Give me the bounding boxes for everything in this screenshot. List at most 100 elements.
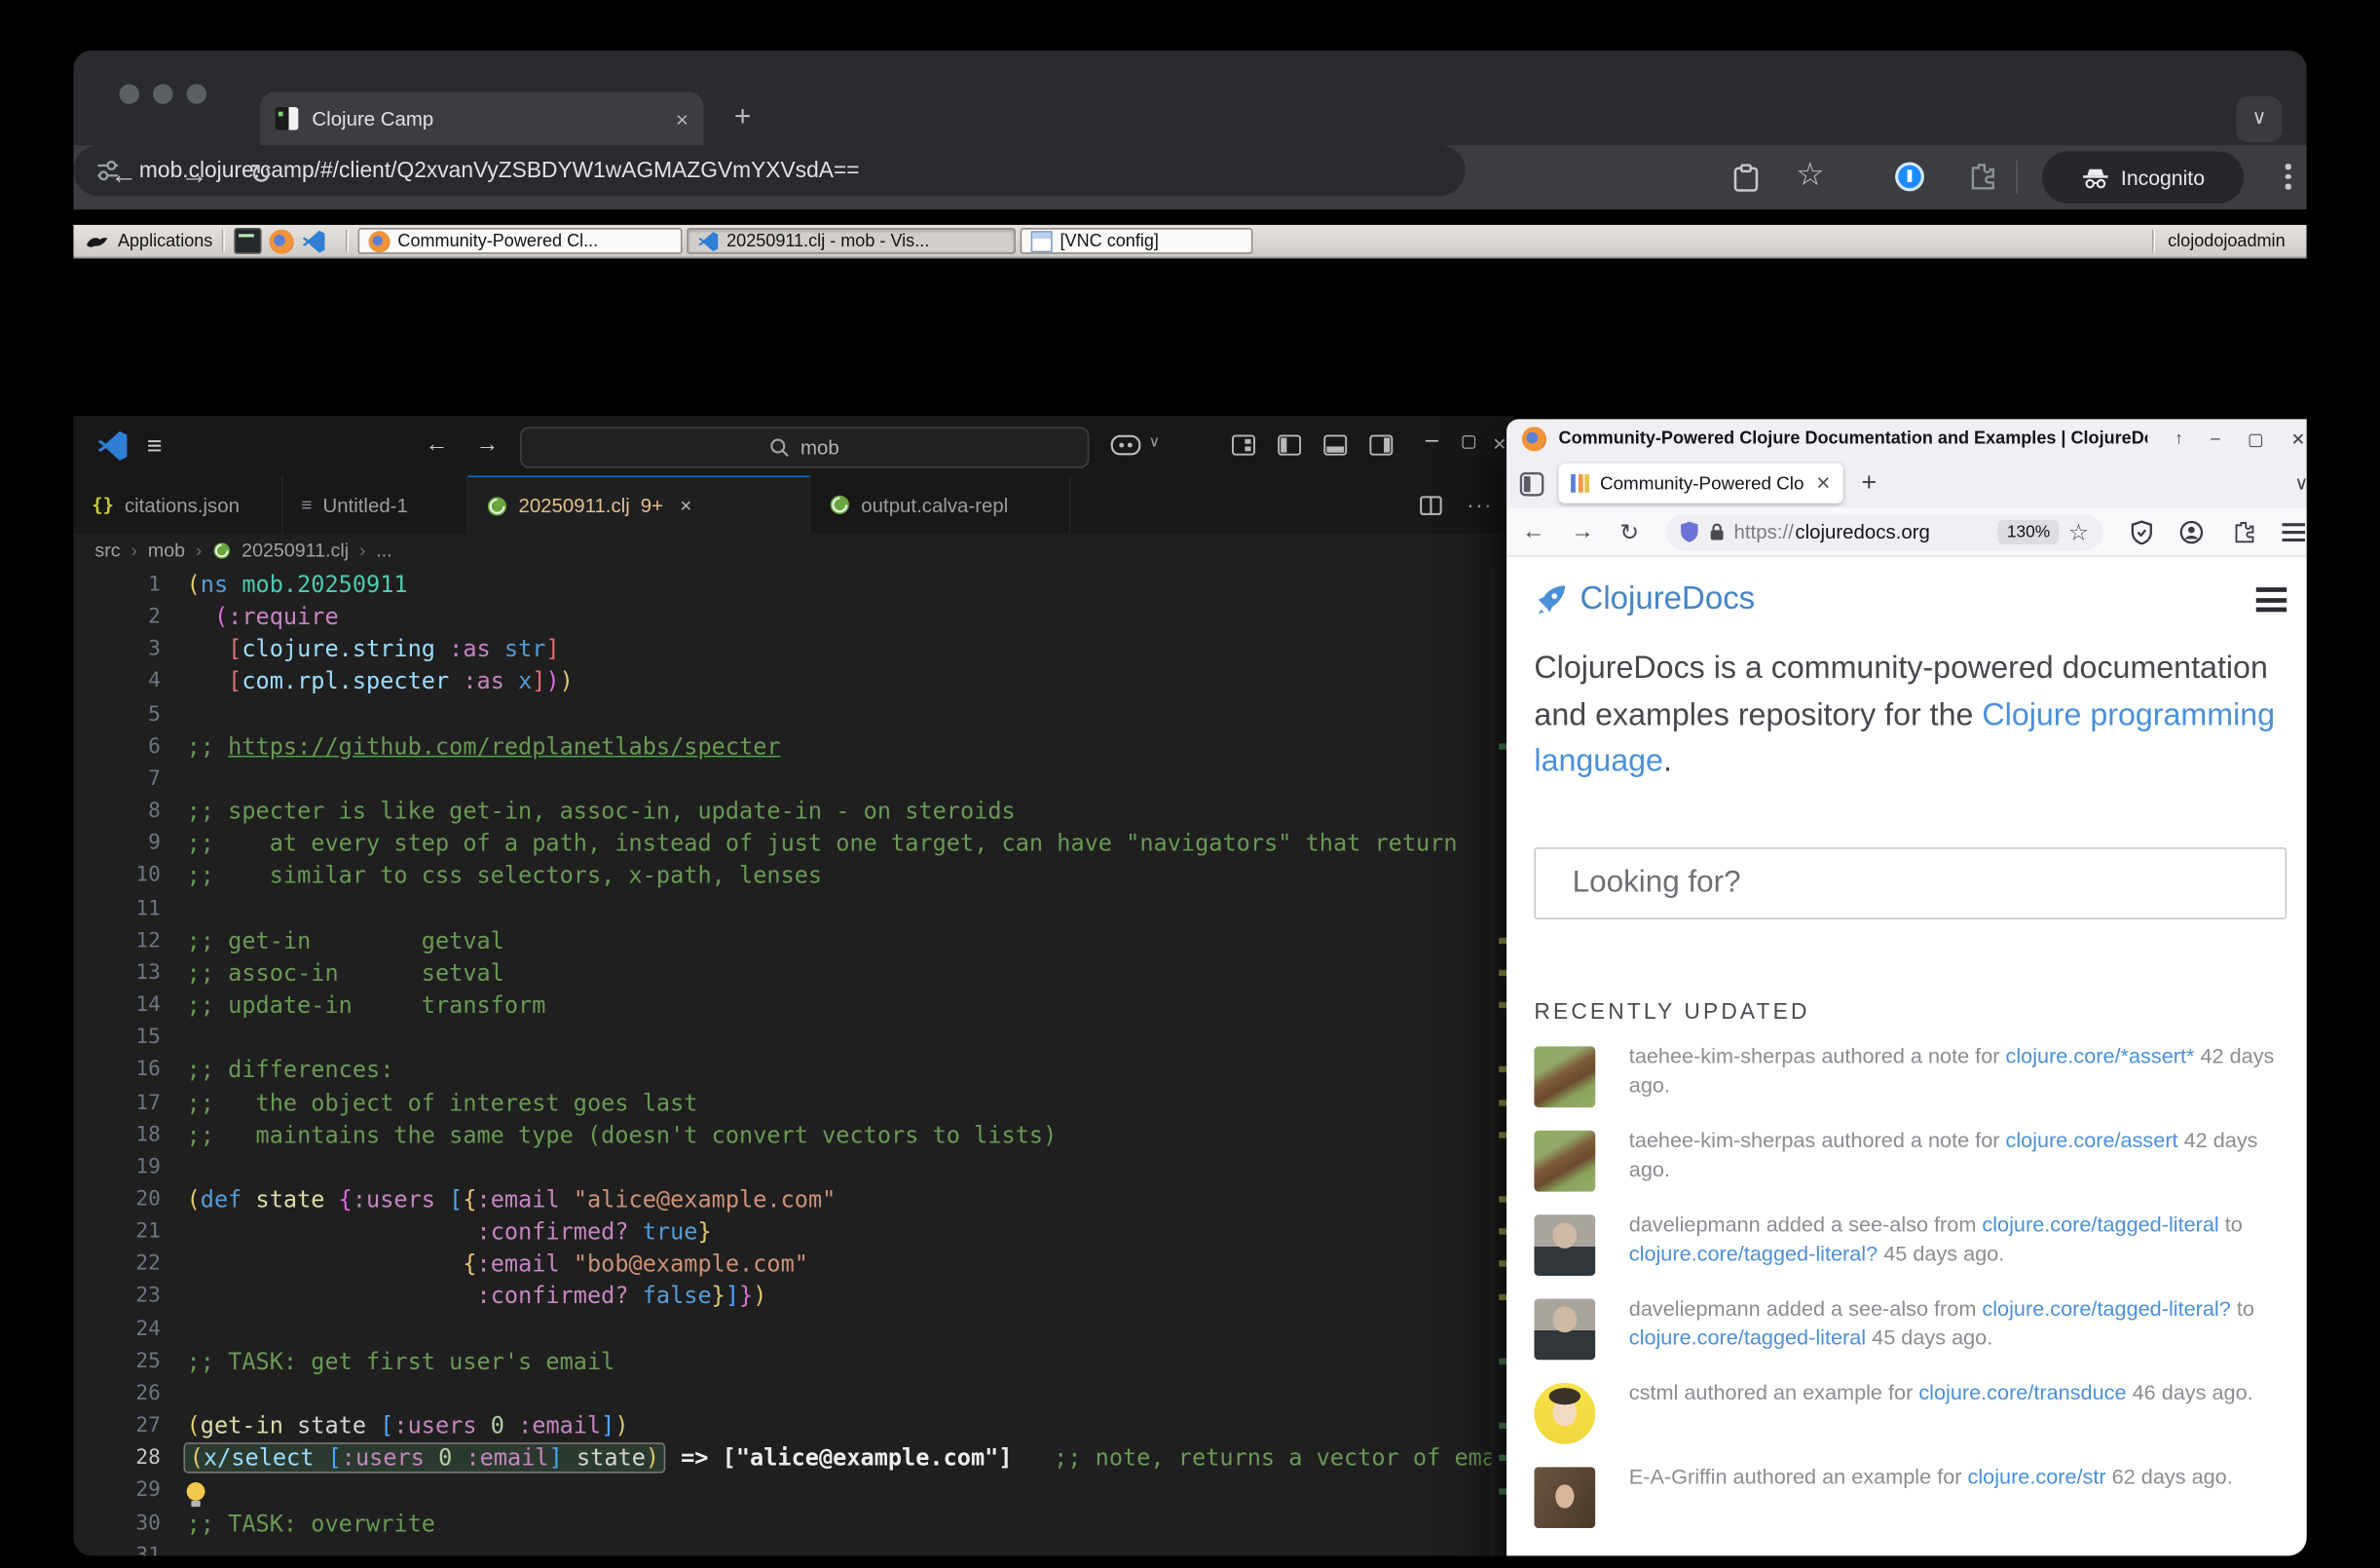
avatar[interactable] — [1534, 1467, 1596, 1529]
customize-layout-icon[interactable] — [1231, 434, 1255, 456]
window-close-icon[interactable]: ✕ — [2291, 429, 2305, 449]
window-minimize-icon[interactable]: – — [2211, 429, 2220, 448]
code-line: 24 — [135, 1316, 161, 1341]
vscode-titlebar: ≡ ← → mob ∨ – ▢ × — [73, 416, 1514, 478]
taskbar-window-vnc-config[interactable]: [VNC config] — [1020, 228, 1253, 254]
new-tab-button[interactable]: + — [1862, 468, 1878, 499]
terminal-launcher-icon[interactable] — [234, 228, 262, 254]
code-editor[interactable]: 1 (ns mob.20250911 2 (:require 3 [clojure.s… — [73, 569, 1492, 1556]
tab-untitled-1[interactable]: ≡ Untitled-1 — [283, 475, 468, 535]
tab-close-icon[interactable]: × — [676, 108, 688, 130]
firefox-launcher-icon[interactable] — [269, 228, 294, 253]
docs-search-input[interactable] — [1534, 847, 2287, 919]
code-line: 8;; specter is like get-in, assoc-in, up… — [148, 797, 1016, 825]
extensions-puzzle-icon[interactable] — [1967, 162, 1996, 191]
tracking-shield-icon[interactable] — [1679, 520, 1698, 543]
command-center-search[interactable]: mob — [520, 427, 1090, 468]
page-menu-icon[interactable] — [2255, 587, 2287, 617]
url-bar[interactable]: https:// clojuredocs.org 130% ☆ — [1664, 512, 2103, 550]
reload-icon[interactable]: ↻ — [249, 159, 273, 191]
chrome-menu-icon[interactable] — [2285, 164, 2291, 194]
window-minimize-icon[interactable]: – — [1426, 427, 1438, 453]
avatar[interactable] — [1534, 1214, 1596, 1276]
firefox-menu-icon[interactable] — [2282, 522, 2306, 541]
chrome-window: Clojure Camp × + ∨ ← → ↻ mob.clojure.cam… — [73, 50, 2307, 1556]
reload-icon[interactable]: ↻ — [1619, 518, 1639, 545]
chrome-tab-clojure-camp[interactable]: Clojure Camp × — [260, 92, 704, 146]
feed-text: E-A-Griffin authored an example for cloj… — [1628, 1465, 2233, 1489]
minimize-window-button[interactable] — [153, 84, 173, 104]
feed-link[interactable]: clojure.core/transduce — [1918, 1381, 2126, 1404]
feed-link[interactable]: clojure.core/assert — [2006, 1129, 2178, 1152]
tab-citations-json[interactable]: {} citations.json — [73, 475, 283, 535]
tab-search-chevron-icon[interactable]: ∨ — [2236, 95, 2283, 143]
code-line: 3 [clojure.string :as str] — [148, 635, 560, 663]
window-maximize-icon[interactable]: ▢ — [1461, 431, 1476, 452]
nav-forward-icon[interactable]: → — [475, 431, 499, 458]
applications-icon — [87, 237, 108, 246]
avatar[interactable] — [1534, 1382, 1596, 1444]
onepassword-extension-icon[interactable] — [1895, 162, 1924, 192]
incognito-badge: Incognito — [2041, 151, 2245, 204]
applications-menu[interactable]: Applications — [86, 232, 212, 250]
copilot-chevron-icon[interactable]: ∨ — [1149, 434, 1161, 451]
breadcrumb[interactable]: src › mob › 20250911.clj › ... — [94, 540, 391, 561]
window-close-icon[interactable]: × — [1493, 431, 1506, 458]
split-editor-icon[interactable] — [1420, 495, 1443, 515]
shield-check-icon[interactable] — [2130, 519, 2152, 544]
lightbulb-icon[interactable] — [186, 1482, 205, 1508]
tab-close-icon[interactable]: × — [680, 494, 691, 517]
feed-link[interactable]: clojure.core/tagged-literal? — [1629, 1242, 1878, 1265]
back-icon[interactable]: ← — [1522, 518, 1545, 544]
bookmark-star-icon[interactable]: ☆ — [1796, 156, 1825, 194]
search-value: mob — [800, 435, 839, 460]
account-icon[interactable] — [2179, 519, 2204, 543]
toggle-sidebar-icon[interactable] — [1278, 434, 1302, 456]
nav-back-icon[interactable]: ← — [426, 431, 449, 458]
bookmark-star-icon[interactable]: ☆ — [2068, 518, 2089, 545]
feed-text: daveliepmann added a see-also from cloju… — [1628, 1213, 2243, 1265]
avatar[interactable] — [1534, 1046, 1596, 1108]
copilot-icon[interactable] — [1110, 434, 1141, 456]
forward-icon[interactable]: → — [1571, 518, 1594, 544]
taskbar-window-firefox[interactable]: Community-Powered Cl... — [357, 228, 683, 254]
feed-link[interactable]: clojure.core/*assert* — [2006, 1045, 2195, 1068]
feed-link[interactable]: clojure.core/tagged-literal — [1629, 1325, 1866, 1349]
code-line: 30;; TASK: overwrite — [135, 1509, 435, 1537]
more-actions-icon[interactable]: ··· — [1467, 493, 1493, 517]
back-icon[interactable]: ← — [110, 159, 137, 191]
forward-icon[interactable]: → — [180, 159, 207, 191]
media-clipboard-icon[interactable] — [1733, 164, 1760, 193]
vscode-logo-icon — [97, 430, 128, 461]
firefox-view-icon[interactable] — [1519, 470, 1545, 497]
tab-output-calva-repl[interactable]: output.calva-repl — [810, 475, 1071, 535]
feed-link[interactable]: clojure.core/str — [1968, 1466, 2106, 1489]
feed-link[interactable]: clojure.core/tagged-literal — [1982, 1213, 2218, 1237]
vscode-launcher-icon[interactable] — [301, 229, 325, 253]
zoom-level-badge[interactable]: 130% — [1997, 519, 2060, 544]
taskbar-window-vscode[interactable]: 20250911.clj - mob - Vis... — [687, 228, 1016, 254]
clojuredocs-logo[interactable]: ClojureDocs — [1534, 581, 1755, 618]
firefox-titlebar: Community-Powered Clojure Documentation … — [1506, 419, 2307, 460]
taskbar-user: clojodojoadmin — [2152, 229, 2286, 253]
toggle-panel-icon[interactable] — [1323, 434, 1348, 456]
avatar[interactable] — [1534, 1298, 1596, 1361]
tab-20250911-clj[interactable]: 20250911.clj 9+ × — [467, 475, 811, 535]
address-bar[interactable]: mob.clojure.camp/#/client/Q2xvanVyZSBDYW… — [73, 145, 1466, 197]
feed-link[interactable]: clojure.core/tagged-literal? — [1982, 1297, 2230, 1321]
extensions-puzzle-icon[interactable] — [2231, 519, 2254, 543]
avatar[interactable] — [1534, 1130, 1596, 1192]
clojuredocs-page: ClojureDocs ClojureDocs is a community-p… — [1506, 556, 2307, 1556]
window-maximize-icon[interactable]: ▢ — [2248, 429, 2263, 449]
code-line: 9;; at every step of a path, instead of … — [148, 829, 1458, 857]
tab-close-icon[interactable]: ✕ — [1815, 472, 1831, 494]
toggle-secondary-sidebar-icon[interactable] — [1369, 434, 1394, 456]
list-tabs-chevron-icon[interactable]: ∨ — [2294, 472, 2306, 494]
new-tab-button[interactable]: + — [734, 101, 751, 135]
close-window-button[interactable] — [119, 84, 139, 104]
firefox-tab-clojuredocs[interactable]: Community-Powered Clo ✕ — [1558, 463, 1843, 504]
vscode-tabbar: {} citations.json ≡ Untitled-1 20250911.… — [73, 475, 1514, 535]
maximize-window-button[interactable] — [186, 84, 207, 104]
menu-hamburger-icon[interactable]: ≡ — [147, 431, 163, 462]
window-ontop-icon[interactable]: ↑ — [2175, 429, 2183, 448]
